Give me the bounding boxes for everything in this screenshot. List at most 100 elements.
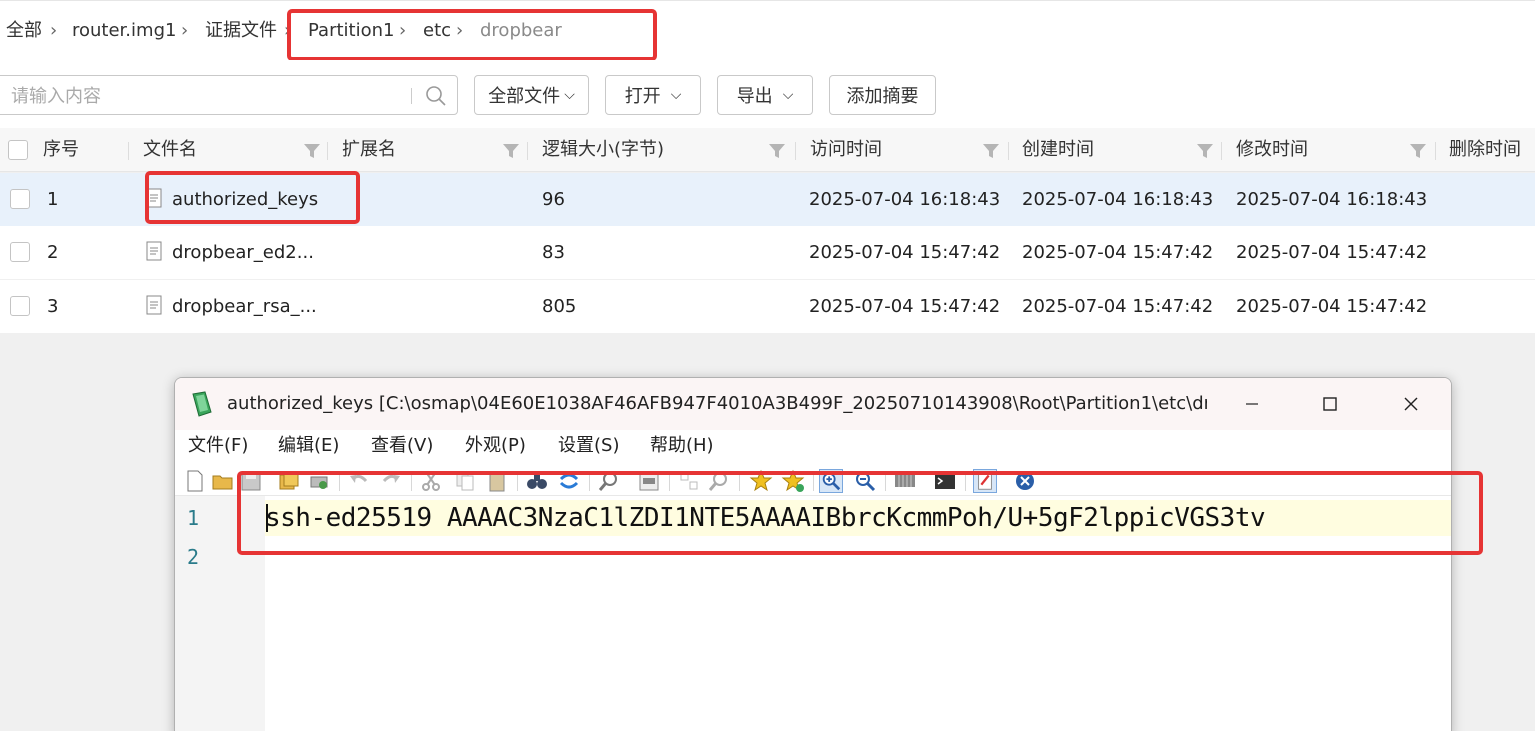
find-in-files-icon[interactable]	[597, 469, 621, 493]
row-access-time: 2025-07-04 16:18:43	[809, 189, 1001, 210]
breadcrumb-item-router-img[interactable]: router.img1	[72, 19, 176, 43]
close-icon	[1404, 397, 1418, 411]
always-on-top-pin-icon[interactable]	[973, 469, 997, 493]
column-header-logical-size[interactable]: 逻辑大小(字节)	[542, 138, 664, 162]
add-digest-button[interactable]: 添加摘要	[829, 75, 936, 115]
column-divider[interactable]	[327, 142, 328, 160]
search-icon[interactable]	[425, 85, 447, 107]
row-index: 1	[47, 189, 59, 210]
table-row[interactable]: 2 dropbear_ed2... 83 2025-07-04 15:47:42…	[0, 226, 1535, 279]
notepad-app-icon	[192, 391, 212, 417]
export-dropdown[interactable]: 导出 ⌵	[717, 75, 813, 115]
paste-icon[interactable]	[485, 469, 509, 493]
filter-icon[interactable]	[303, 142, 321, 160]
goto-line-icon[interactable]	[637, 469, 661, 493]
find-binoculars-icon[interactable]	[525, 469, 549, 493]
breadcrumb-item-evidence-files[interactable]: 证据文件	[205, 19, 277, 43]
column-header-delete-time[interactable]: 删除时间	[1449, 138, 1521, 162]
hex-view-icon[interactable]	[893, 469, 917, 493]
filter-icon[interactable]	[982, 142, 1000, 160]
column-divider[interactable]	[128, 142, 129, 160]
row-create-time: 2025-07-04 16:18:43	[1022, 189, 1214, 210]
add-bookmark-icon[interactable]	[781, 469, 805, 493]
breadcrumb-item-dropbear: dropbear	[480, 20, 562, 41]
row-checkbox[interactable]	[10, 296, 30, 316]
maximize-button[interactable]	[1315, 390, 1345, 418]
column-divider[interactable]	[527, 142, 528, 160]
search-box	[0, 75, 458, 115]
row-create-time: 2025-07-04 15:47:42	[1022, 296, 1214, 317]
new-file-icon[interactable]	[183, 469, 207, 493]
filter-icon[interactable]	[1409, 142, 1427, 160]
close-button[interactable]	[1396, 390, 1426, 418]
menu-view[interactable]: 查看(V)	[371, 434, 433, 458]
minimize-icon	[1246, 403, 1258, 405]
copy-icon[interactable]	[453, 469, 477, 493]
row-filename[interactable]: dropbear_rsa_...	[172, 295, 317, 319]
save-icon[interactable]	[239, 469, 263, 493]
close-file-icon[interactable]	[1013, 469, 1037, 493]
row-index: 2	[47, 242, 59, 263]
column-header-index[interactable]: 序号	[43, 138, 79, 162]
open-folder-icon[interactable]	[211, 469, 235, 493]
row-index: 3	[47, 296, 59, 317]
minimize-button[interactable]	[1237, 390, 1267, 418]
row-checkbox[interactable]	[10, 189, 30, 209]
column-header-modify-time[interactable]: 修改时间	[1236, 138, 1308, 162]
editor-menubar: 文件(F) 编辑(E) 查看(V) 外观(P) 设置(S) 帮助(H)	[175, 430, 1451, 466]
row-access-time: 2025-07-04 15:47:42	[809, 296, 1001, 317]
editor-text-line[interactable]: ssh-ed25519 AAAAC3NzaC1lZDI1NTE5AAAAIBbr…	[265, 500, 1451, 536]
undo-icon[interactable]	[347, 469, 371, 493]
column-divider[interactable]	[1008, 142, 1009, 160]
bookmark-star-icon[interactable]	[749, 469, 773, 493]
column-divider[interactable]	[795, 142, 796, 160]
toolbar-separator	[589, 471, 590, 491]
export-label: 导出	[736, 86, 773, 107]
breadcrumb-item-all[interactable]: 全部	[6, 19, 42, 43]
menu-help[interactable]: 帮助(H)	[650, 434, 714, 458]
breadcrumb-item-partition1[interactable]: Partition1	[308, 19, 394, 43]
search-input[interactable]	[11, 84, 391, 108]
menu-appearance[interactable]: 外观(P)	[465, 434, 526, 458]
column-divider[interactable]	[1221, 142, 1222, 160]
zoom-in-icon[interactable]	[819, 469, 843, 493]
save-all-icon[interactable]	[277, 469, 301, 493]
toolbar-separator	[965, 471, 966, 491]
column-divider[interactable]	[1435, 142, 1436, 160]
terminal-icon[interactable]	[933, 469, 957, 493]
search-icon[interactable]	[707, 469, 731, 493]
redo-icon[interactable]	[379, 469, 403, 493]
filter-icon[interactable]	[502, 142, 520, 160]
breadcrumb-item-etc[interactable]: etc	[423, 19, 451, 43]
chevron-down-icon: ⌵	[670, 87, 682, 103]
filter-icon[interactable]	[768, 142, 786, 160]
select-all-checkbox[interactable]	[8, 140, 28, 160]
print-icon[interactable]	[307, 469, 331, 493]
replace-icon[interactable]	[557, 469, 581, 493]
all-files-dropdown[interactable]: 全部文件 ⌵	[474, 75, 589, 115]
row-filename[interactable]: authorized_keys	[172, 188, 318, 212]
column-header-extension[interactable]: 扩展名	[342, 138, 396, 162]
table-row[interactable]: 1 authorized_keys 96 2025-07-04 16:18:43…	[0, 173, 1535, 226]
column-header-access-time[interactable]: 访问时间	[810, 138, 882, 162]
toolbar-separator	[517, 471, 518, 491]
line-number-gutter: 1 2	[175, 496, 265, 731]
menu-settings[interactable]: 设置(S)	[558, 434, 619, 458]
column-header-create-time[interactable]: 创建时间	[1022, 138, 1094, 162]
editor-titlebar[interactable]: authorized_keys [C:\osmap\04E60E1038AF46…	[175, 378, 1451, 430]
open-dropdown[interactable]: 打开 ⌵	[605, 75, 701, 115]
zoom-out-icon[interactable]	[853, 469, 877, 493]
menu-edit[interactable]: 编辑(E)	[278, 434, 339, 458]
table-row[interactable]: 3 dropbear_rsa_... 805 2025-07-04 15:47:…	[0, 280, 1535, 333]
row-access-time: 2025-07-04 15:47:42	[809, 242, 1001, 263]
row-filename[interactable]: dropbear_ed2...	[172, 241, 314, 265]
column-header-filename[interactable]: 文件名	[143, 138, 197, 162]
filter-icon[interactable]	[1196, 142, 1214, 160]
row-checkbox[interactable]	[10, 242, 30, 262]
menu-file[interactable]: 文件(F)	[188, 434, 248, 458]
toolbar-separator	[339, 471, 340, 491]
open-label: 打开	[624, 86, 661, 107]
cut-icon[interactable]	[419, 469, 443, 493]
chevron-down-icon: ⌵	[782, 87, 794, 103]
indent-guide-icon[interactable]	[677, 469, 701, 493]
